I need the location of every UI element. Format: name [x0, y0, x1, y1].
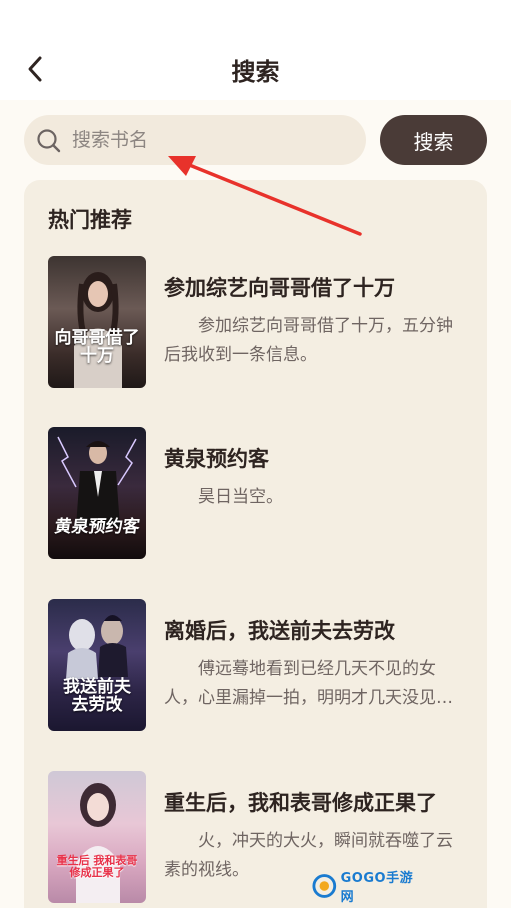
gogo-logo-icon: [312, 874, 337, 898]
page-title: 搜索: [231, 58, 280, 86]
book-description: 昊日当空。: [198, 487, 283, 507]
watermark-logo: GOGO手游网: [312, 868, 422, 905]
portrait-illustration: [76, 783, 120, 903]
search-icon: [37, 129, 61, 153]
portrait-illustration: [74, 272, 122, 388]
book-description: 参加综艺向哥哥借了十万，五分钟后我收到一条信息。: [164, 316, 453, 365]
book-description: 傅远蓦地看到已经几天不见的女人，心里漏掉一拍，明明才几天没见，她怎么好像变了一个…: [164, 659, 453, 708]
figure-illustration: [57, 436, 137, 527]
book-cover[interactable]: 重生后 我和表哥修成正果了: [48, 771, 146, 903]
search-input[interactable]: [72, 124, 352, 156]
book-cover[interactable]: 黄泉预约客: [48, 427, 146, 559]
cover-title-text: 我送前夫去劳改: [63, 677, 131, 715]
book-item[interactable]: 我送前夫去劳改 离婚后，我送前夫去劳改 傅远蓦地看到已经几天不见的女人，心里漏掉…: [48, 599, 468, 731]
book-item[interactable]: 向哥哥借了十万 参加综艺向哥哥借了十万 参加综艺向哥哥借了十万，五分钟后我收到一…: [48, 256, 468, 388]
book-item[interactable]: 黄泉预约客 黄泉预约客 昊日当空。: [48, 427, 468, 559]
book-cover[interactable]: 我送前夫去劳改: [48, 599, 146, 731]
cover-title-text: 重生后 我和表哥修成正果了: [56, 854, 138, 879]
book-title: 黄泉预约客: [164, 447, 269, 471]
book-title: 离婚后，我送前夫去劳改: [164, 619, 395, 643]
header-bar: 搜索: [0, 38, 511, 100]
recommend-panel: 热门推荐 向哥哥借了十万 参加综艺向哥哥借了十万 参加综艺向哥哥借了十万，五分钟…: [24, 180, 487, 908]
book-title: 重生后，我和表哥修成正果了: [164, 791, 437, 815]
search-box[interactable]: [24, 115, 366, 165]
cover-title-text: 黄泉预约客: [53, 517, 142, 537]
section-title-hot: 热门推荐: [48, 208, 132, 232]
search-button[interactable]: 搜索: [380, 115, 487, 165]
status-bar: [0, 0, 511, 38]
book-title: 参加综艺向哥哥借了十万: [164, 276, 395, 300]
watermark-text: GOGO手游网: [340, 871, 414, 905]
search-row: 搜索: [24, 115, 487, 165]
cover-title-text: 向哥哥借了十万: [54, 328, 140, 366]
book-cover[interactable]: 向哥哥借了十万: [48, 256, 146, 388]
